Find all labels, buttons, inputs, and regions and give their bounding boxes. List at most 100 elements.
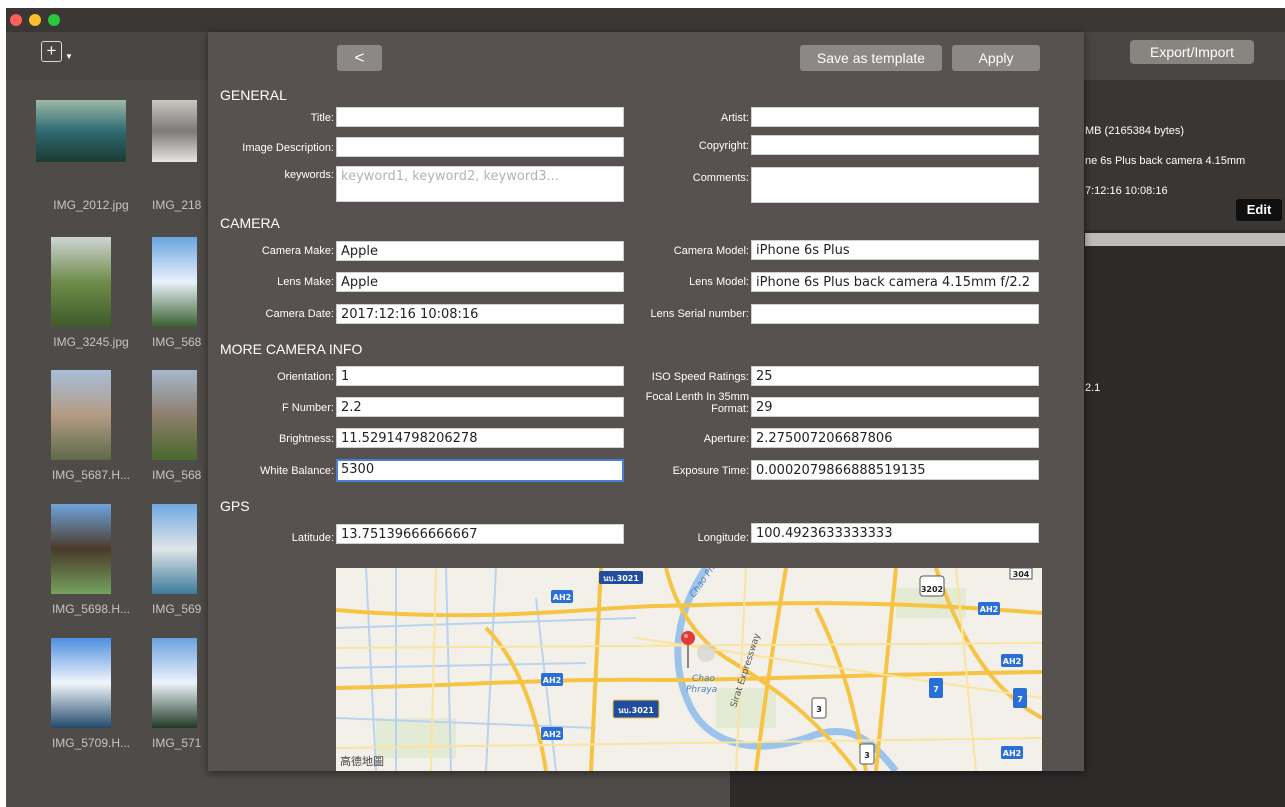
add-button[interactable]: + xyxy=(41,41,62,62)
save-as-template-button[interactable]: Save as template xyxy=(800,45,942,71)
focal-length-label: Focal Lenth In 35mm Format: xyxy=(645,391,749,415)
camera-make-field[interactable]: Apple xyxy=(336,241,624,261)
orientation-field[interactable]: 1 xyxy=(336,366,624,386)
brightness-field[interactable]: 11.52914798206278 xyxy=(336,428,624,448)
road-badge: นบ.3021 xyxy=(618,706,654,715)
photo-filename: IMG_2012.jpg xyxy=(53,198,129,212)
minimize-window-button[interactable] xyxy=(29,14,41,26)
map-label: Chao xyxy=(692,674,716,684)
photo-thumbnail[interactable] xyxy=(51,504,111,594)
road-badge: 304 xyxy=(1013,570,1030,579)
photo-thumbnail[interactable] xyxy=(152,504,197,594)
title-field[interactable] xyxy=(336,107,624,127)
title-bar xyxy=(6,8,1285,32)
file-size-text: MB (2165384 bytes) xyxy=(1085,125,1185,137)
f-number-label: F Number: xyxy=(282,402,334,414)
photo-thumbnail[interactable] xyxy=(152,370,197,460)
map-label: Phraya xyxy=(686,685,717,695)
export-import-button[interactable]: Export/Import xyxy=(1130,40,1254,64)
road-badge: 7 xyxy=(1017,695,1023,704)
photo-thumbnail[interactable] xyxy=(152,100,197,162)
photo-filename: IMG_5698.H... xyxy=(51,602,131,616)
extra-info-text: 2.1 xyxy=(1085,382,1101,394)
camera-make-label: Camera Make: xyxy=(261,245,334,257)
copyright-label: Copyright: xyxy=(698,140,749,152)
gps-map[interactable]: นบ.3021 AH2 AH2 AH2 AH2 AH2 AH2 3202 304… xyxy=(336,568,1042,771)
photo-grid-item[interactable]: IMG_5687.H... xyxy=(36,370,146,500)
brightness-label: Brightness: xyxy=(278,433,334,445)
map-credit: 高德地圖 xyxy=(340,756,384,768)
lens-make-field[interactable]: Apple xyxy=(336,272,624,292)
lens-make-label: Lens Make: xyxy=(277,276,334,288)
section-gps-title: GPS xyxy=(220,498,250,514)
lens-serial-field[interactable] xyxy=(751,304,1039,324)
lens-model-label: Lens Model: xyxy=(689,276,749,288)
camera-date-label: Camera Date: xyxy=(265,308,334,320)
section-camera-title: CAMERA xyxy=(220,215,280,231)
info-divider xyxy=(1085,233,1285,246)
white-balance-field[interactable]: 5300 xyxy=(336,459,624,482)
photo-grid-item[interactable]: IMG_5709.H... xyxy=(36,638,146,768)
comments-label: Comments: xyxy=(692,172,749,184)
camera-model-label: Camera Model: xyxy=(673,245,749,257)
lens-model-field[interactable]: iPhone 6s Plus back camera 4.15mm f/2.2 xyxy=(751,272,1039,292)
road-badge: นบ.3021 xyxy=(603,574,639,583)
road-badge: AH2 xyxy=(553,593,571,602)
camera-date-field[interactable]: 2017:12:16 10:08:16 xyxy=(336,304,624,324)
image-description-label: Image Description: xyxy=(242,142,334,154)
exposure-time-label: Exposure Time: xyxy=(672,465,749,477)
plus-icon: + xyxy=(46,41,57,60)
photo-filename: IMG_3245.jpg xyxy=(53,335,129,349)
lens-serial-label: Lens Serial number: xyxy=(650,308,749,320)
longitude-field[interactable]: 100.4923633333333 xyxy=(751,523,1039,543)
photo-thumbnail[interactable] xyxy=(36,100,126,162)
road-badge: 3202 xyxy=(921,585,943,594)
map-roads: นบ.3021 AH2 AH2 AH2 AH2 AH2 AH2 3202 304… xyxy=(336,568,1042,771)
road-badge: 3 xyxy=(864,751,870,760)
road-badge: AH2 xyxy=(980,605,998,614)
photo-grid-item[interactable]: IMG_5698.H... xyxy=(36,504,146,634)
image-description-field[interactable] xyxy=(336,137,624,157)
photo-filename: IMG_5709.H... xyxy=(51,736,131,750)
focal-length-field[interactable]: 29 xyxy=(751,397,1039,417)
photo-thumbnail[interactable] xyxy=(51,638,111,728)
white-balance-label: White Balance: xyxy=(260,465,334,477)
apply-button[interactable]: Apply xyxy=(952,45,1040,71)
artist-label: Artist: xyxy=(720,112,749,124)
camera-info-text: ne 6s Plus back camera 4.15mm xyxy=(1085,155,1246,167)
exposure-time-field[interactable]: 0.0002079866888519135 xyxy=(751,460,1039,480)
aperture-field[interactable]: 2.275007206687806 xyxy=(751,428,1039,448)
photo-thumbnail[interactable] xyxy=(51,370,111,460)
photo-thumbnail[interactable] xyxy=(152,237,197,327)
camera-model-field[interactable]: iPhone 6s Plus xyxy=(751,240,1039,260)
road-badge: AH2 xyxy=(543,676,561,685)
road-badge: AH2 xyxy=(543,730,561,739)
copyright-field[interactable] xyxy=(751,135,1039,155)
keywords-label: keywords: xyxy=(284,169,334,181)
road-badge: 7 xyxy=(933,685,939,694)
orientation-label: Orientation: xyxy=(277,371,334,383)
road-badge: AH2 xyxy=(1003,749,1021,758)
artist-field[interactable] xyxy=(751,107,1039,127)
edit-button[interactable]: Edit xyxy=(1236,199,1282,221)
f-number-field[interactable]: 2.2 xyxy=(336,397,624,417)
chevron-down-icon[interactable]: ▼ xyxy=(65,52,73,61)
road-badge: AH2 xyxy=(1003,657,1021,666)
close-window-button[interactable] xyxy=(10,14,22,26)
photo-thumbnail[interactable] xyxy=(152,638,197,728)
metadata-editor-panel: < Save as template Apply GENERAL CAMERA … xyxy=(208,32,1084,771)
latitude-label: Latitude: xyxy=(291,532,334,544)
photo-grid-item[interactable]: IMG_2012.jpg xyxy=(36,100,146,230)
latitude-field[interactable]: 13.75139666666667 xyxy=(336,524,624,544)
maximize-window-button[interactable] xyxy=(48,14,60,26)
iso-field[interactable]: 25 xyxy=(751,366,1039,386)
keywords-field[interactable]: keyword1, keyword2, keyword3... xyxy=(336,166,624,202)
photo-filename: IMG_5687.H... xyxy=(51,468,131,482)
back-button[interactable]: < xyxy=(337,45,382,71)
aperture-label: Aperture: xyxy=(703,433,749,445)
photo-grid-item[interactable]: IMG_3245.jpg xyxy=(36,237,146,367)
photo-thumbnail[interactable] xyxy=(51,237,111,327)
road-badge: 3 xyxy=(816,705,822,714)
comments-field[interactable] xyxy=(751,167,1039,203)
date-text: 7:12:16 10:08:16 xyxy=(1085,185,1168,197)
